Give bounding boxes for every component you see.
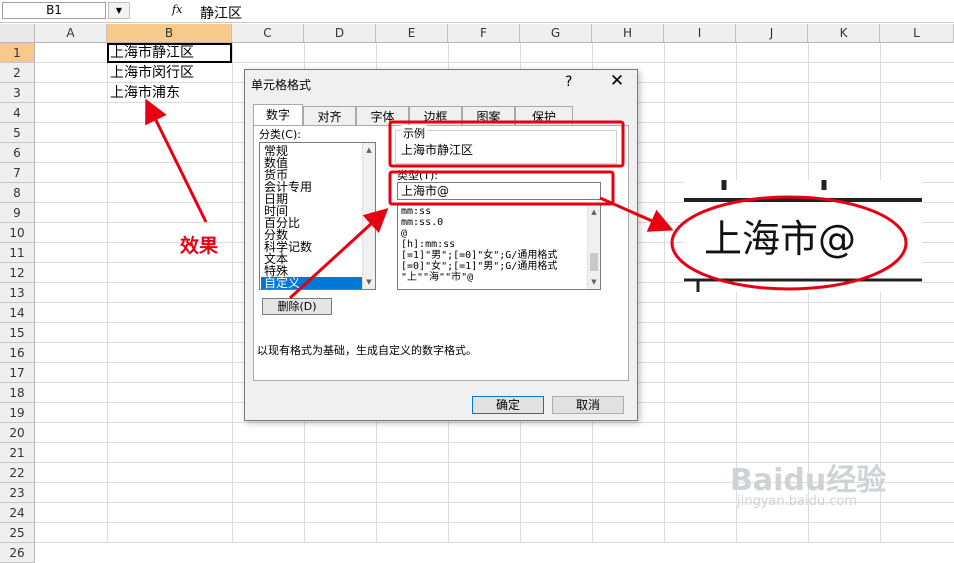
- row-header-22[interactable]: 22: [0, 463, 35, 483]
- select-all-corner[interactable]: [0, 24, 35, 43]
- column-header-d[interactable]: D: [304, 24, 376, 43]
- row-header-1[interactable]: 1: [0, 43, 35, 63]
- sample-label: 示例: [401, 125, 427, 141]
- type-input[interactable]: 上海市@: [397, 182, 601, 200]
- column-header-a[interactable]: A: [35, 24, 107, 43]
- scroll-down-icon[interactable]: ▼: [588, 276, 600, 288]
- column-header-c[interactable]: C: [232, 24, 304, 43]
- row-header-10[interactable]: 10: [0, 223, 35, 243]
- active-cell-border: [107, 43, 232, 63]
- category-item-selected[interactable]: 自定义: [261, 277, 364, 289]
- column-header-b[interactable]: B: [107, 24, 232, 43]
- type-list-item[interactable]: mm:ss: [401, 207, 431, 217]
- type-list-item[interactable]: "上""海""市"@: [401, 273, 473, 283]
- column-header-l[interactable]: L: [880, 24, 954, 43]
- tab-pattern[interactable]: 图案: [462, 106, 515, 126]
- row-header-26[interactable]: 26: [0, 543, 35, 563]
- grid-line: [35, 462, 954, 463]
- format-description: 以现有格式为基础，生成自定义的数字格式。: [257, 344, 477, 357]
- row-header-4[interactable]: 4: [0, 103, 35, 123]
- row-header-18[interactable]: 18: [0, 383, 35, 403]
- category-scrollbar[interactable]: ▲ ▼: [362, 143, 375, 289]
- row-header-15[interactable]: 15: [0, 323, 35, 343]
- grid-line: [35, 502, 954, 503]
- row-header-23[interactable]: 23: [0, 483, 35, 503]
- tab-border[interactable]: 边框: [409, 106, 462, 126]
- type-label: 类型(T):: [397, 169, 439, 182]
- scroll-up-icon[interactable]: ▲: [363, 144, 375, 156]
- column-header-i[interactable]: I: [664, 24, 736, 43]
- cancel-button[interactable]: 取消: [552, 396, 624, 414]
- type-list-item[interactable]: [h]:mm:ss: [401, 240, 455, 250]
- type-list-item[interactable]: mm:ss.0: [401, 218, 443, 228]
- type-list[interactable]: mm:ss mm:ss.0 @ [h]:mm:ss [=1]"男";[=0]"女…: [397, 204, 601, 290]
- name-box[interactable]: B1: [2, 2, 106, 19]
- category-list[interactable]: 常规 数值 货币 会计专用 日期 时间 百分比 分数 科学记数 文本 特殊 自定…: [259, 142, 376, 290]
- row-header-8[interactable]: 8: [0, 183, 35, 203]
- grid-line: [107, 43, 108, 543]
- ok-button[interactable]: 确定: [472, 396, 544, 414]
- row-header-7[interactable]: 7: [0, 163, 35, 183]
- row-header-20[interactable]: 20: [0, 423, 35, 443]
- grid-line: [35, 542, 954, 543]
- type-list-item[interactable]: [=0]"女";[=1]"男";G/通用格式: [401, 262, 557, 272]
- grid-line: [35, 422, 954, 423]
- row-header-19[interactable]: 19: [0, 403, 35, 423]
- grid-line: [664, 43, 665, 543]
- row-header-25[interactable]: 25: [0, 523, 35, 543]
- tab-font[interactable]: 字体: [356, 106, 409, 126]
- type-list-item[interactable]: @: [401, 229, 407, 239]
- cell-b3[interactable]: 上海市浦东: [110, 83, 180, 103]
- grid-line: [35, 522, 954, 523]
- row-header-9[interactable]: 9: [0, 203, 35, 223]
- format-cells-dialog: 单元格格式 ? ✕ 数字 对齐 字体 边框 图案 保护 分类(C): 常规 数值…: [244, 69, 638, 421]
- row-header-16[interactable]: 16: [0, 343, 35, 363]
- row-header-17[interactable]: 17: [0, 363, 35, 383]
- row-header-13[interactable]: 13: [0, 283, 35, 303]
- sample-value: 上海市静江区: [401, 143, 474, 157]
- delete-button[interactable]: 删除(D): [262, 298, 332, 315]
- row-header-24[interactable]: 24: [0, 503, 35, 523]
- grid-line: [35, 442, 954, 443]
- function-icon[interactable]: fx: [172, 3, 182, 16]
- grid-line: [736, 43, 737, 543]
- row-header-14[interactable]: 14: [0, 303, 35, 323]
- formula-input[interactable]: 静江区: [200, 3, 242, 23]
- row-header-2[interactable]: 2: [0, 63, 35, 83]
- column-header-g[interactable]: G: [520, 24, 592, 43]
- column-header-k[interactable]: K: [808, 24, 880, 43]
- grid-line: [880, 43, 881, 543]
- category-label: 分类(C):: [259, 128, 301, 141]
- column-header-e[interactable]: E: [376, 24, 448, 43]
- scroll-thumb[interactable]: [590, 253, 598, 271]
- grid-line: [35, 482, 954, 483]
- type-list-item[interactable]: [=1]"男";[=0]"女";G/通用格式: [401, 251, 557, 261]
- cell-b2[interactable]: 上海市闵行区: [110, 63, 194, 83]
- row-header-11[interactable]: 11: [0, 243, 35, 263]
- formula-bar: B1 ▼ fx 静江区: [0, 0, 954, 23]
- tab-alignment[interactable]: 对齐: [303, 106, 356, 126]
- row-header-21[interactable]: 21: [0, 443, 35, 463]
- tab-number[interactable]: 数字: [253, 104, 303, 126]
- grid-line: [808, 43, 809, 543]
- row-header-3[interactable]: 3: [0, 83, 35, 103]
- row-header-5[interactable]: 5: [0, 123, 35, 143]
- column-header-f[interactable]: F: [448, 24, 520, 43]
- close-icon[interactable]: ✕: [607, 71, 627, 91]
- dialog-title: 单元格格式: [251, 78, 312, 92]
- column-header-j[interactable]: J: [736, 24, 808, 43]
- tab-protection[interactable]: 保护: [515, 106, 573, 126]
- name-box-dropdown-icon[interactable]: ▼: [108, 2, 130, 19]
- row-header-6[interactable]: 6: [0, 143, 35, 163]
- scroll-down-icon[interactable]: ▼: [363, 276, 375, 288]
- row-header-12[interactable]: 12: [0, 263, 35, 283]
- grid-line: [232, 43, 233, 543]
- help-icon[interactable]: ?: [565, 74, 572, 90]
- scroll-up-icon[interactable]: ▲: [588, 206, 600, 218]
- column-header-h[interactable]: H: [592, 24, 664, 43]
- type-scrollbar[interactable]: ▲ ▼: [587, 205, 600, 289]
